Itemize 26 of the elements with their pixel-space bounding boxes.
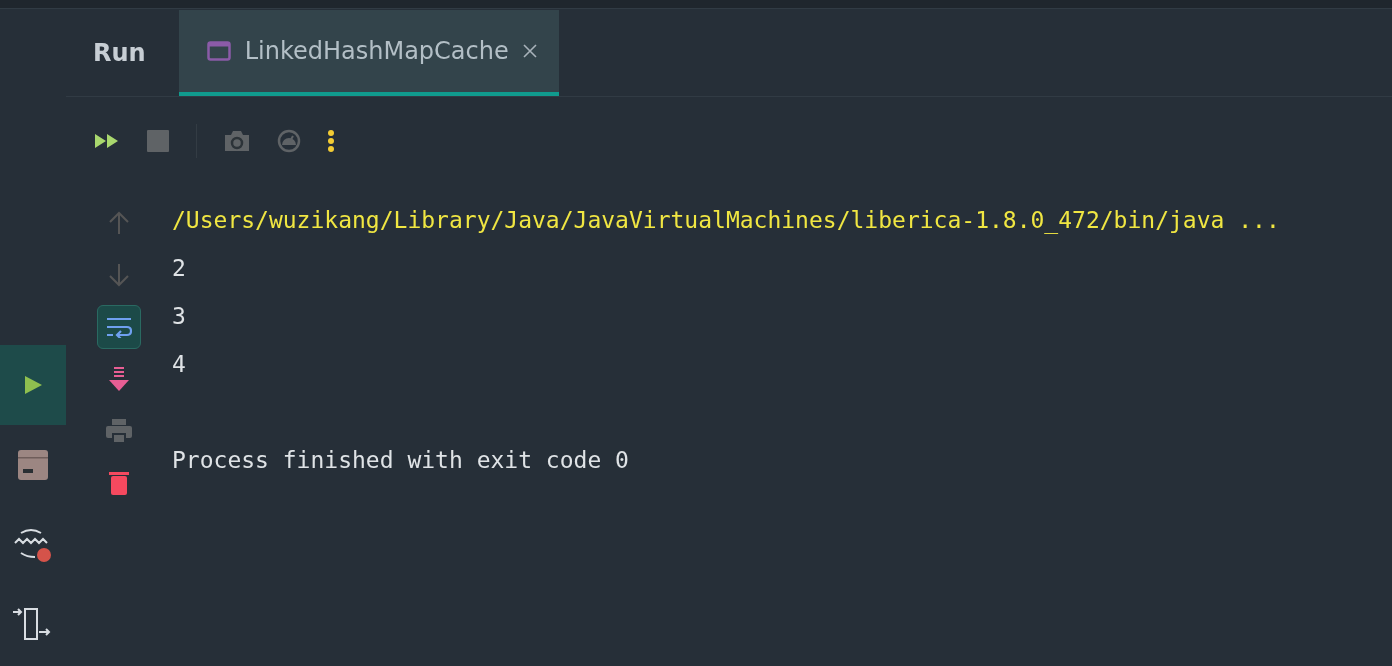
panel-title: Run [92,39,147,67]
status-message: Process finished with exit code 0 [172,446,630,475]
down-arrow-lines-icon [108,366,130,392]
trash-icon [108,470,130,496]
play-icon [22,374,44,396]
up-arrow-icon [108,211,130,235]
stop-icon[interactable] [146,129,170,153]
output-line: 4 [172,350,187,379]
command-line: /Users/wuzikang/Library/Java/JavaVirtualMachines/liberica-1.8.0_472/bin/java ... [172,206,1280,236]
box-icon [17,449,49,481]
camera-icon[interactable] [223,129,251,153]
window-icon [206,41,231,61]
output-line: 2 [172,254,187,283]
wrap-icon [106,316,132,338]
printer-icon [105,418,133,444]
output-line: 3 [172,302,187,331]
run-tool-button[interactable] [0,345,66,425]
export-icon [13,608,53,642]
run-tab[interactable]: LinkedHashMapCache [178,10,559,96]
gauge-icon[interactable] [277,129,301,153]
more-icon[interactable] [327,129,335,153]
close-icon[interactable] [522,44,537,58]
soft-wrap-button[interactable] [97,305,141,349]
rerun-icon[interactable] [94,132,120,150]
tab-label: LinkedHashMapCache [244,37,509,65]
down-arrow-icon [108,263,130,287]
